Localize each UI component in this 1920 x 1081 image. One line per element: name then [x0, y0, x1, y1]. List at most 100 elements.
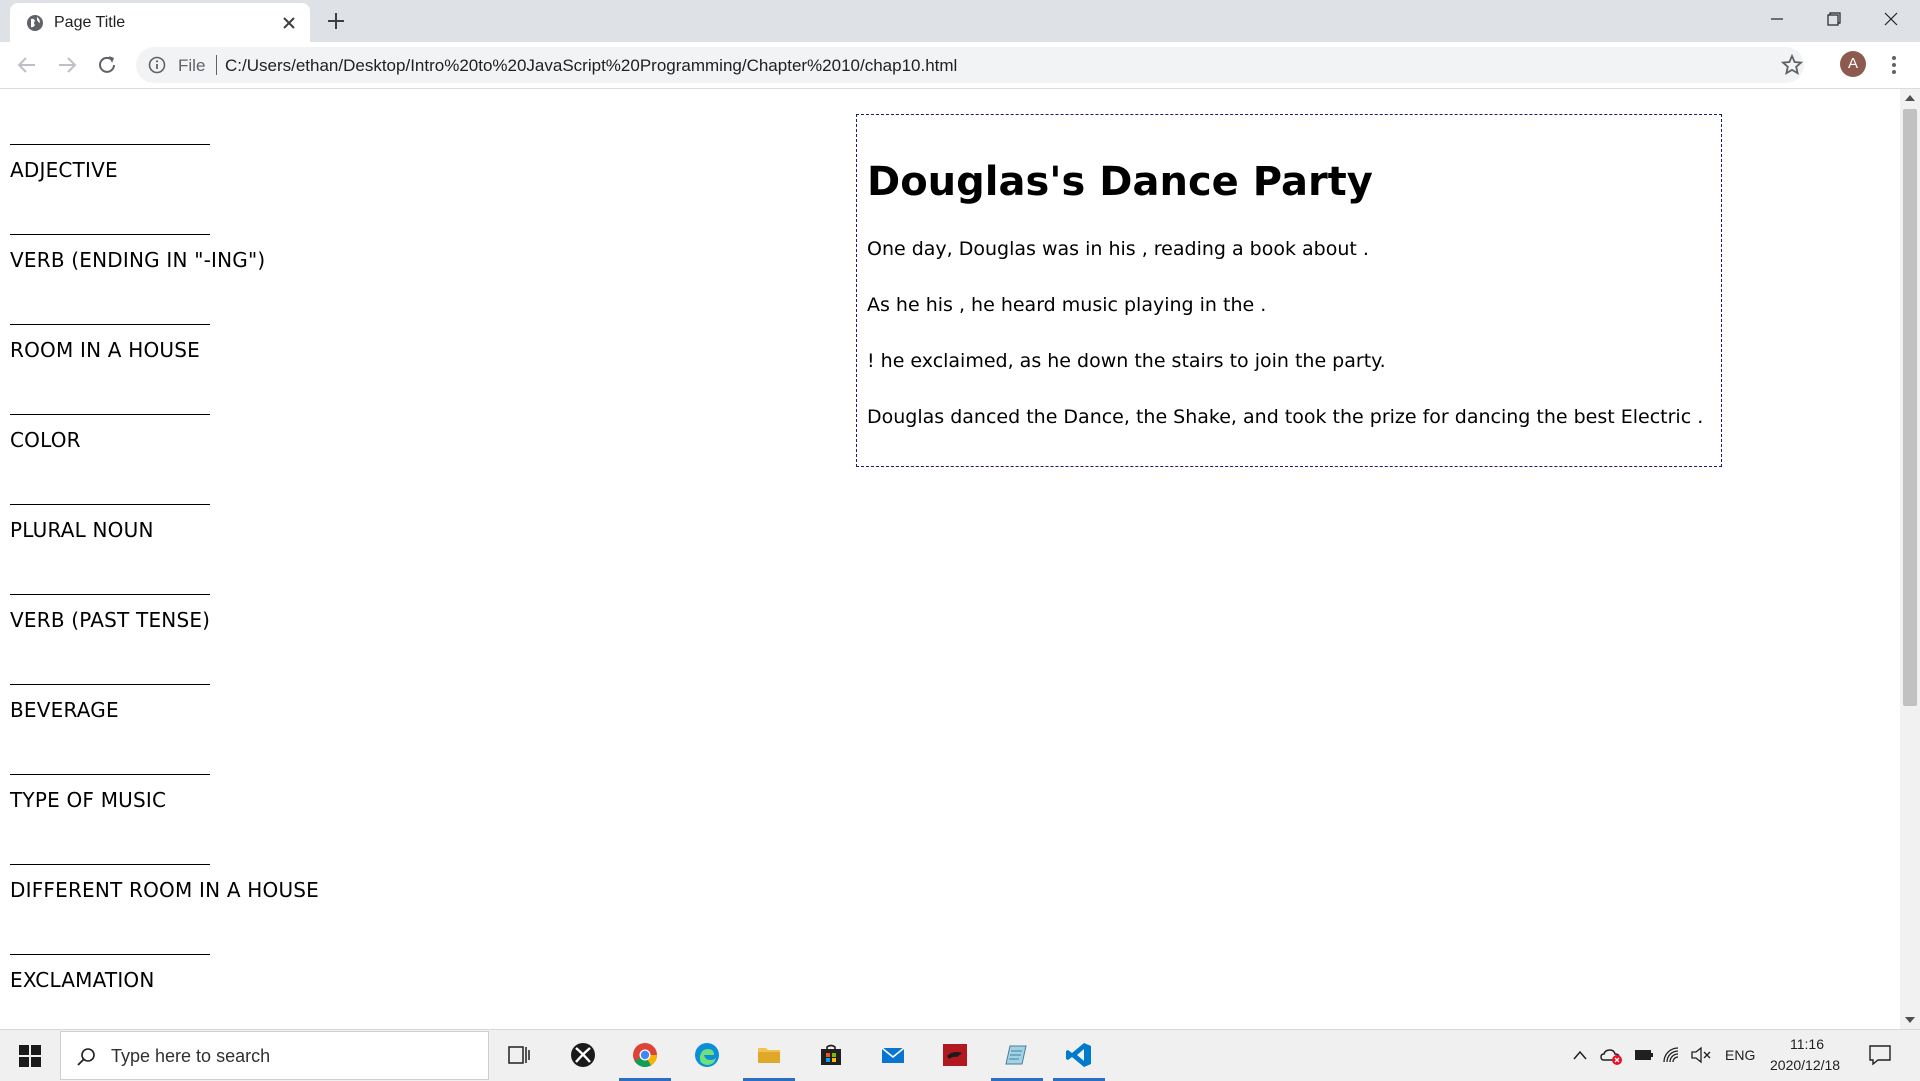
notepad-app[interactable] [987, 1030, 1047, 1081]
input-underline[interactable] [10, 864, 210, 865]
field-room: ROOM IN A HOUSE [10, 324, 410, 414]
story-paragraph: One day, Douglas was in his , reading a … [867, 238, 1369, 260]
search-icon [77, 1048, 95, 1066]
reload-icon[interactable] [94, 52, 120, 78]
scroll-thumb[interactable] [1903, 109, 1917, 706]
story-box: Douglas's Dance Party One day, Douglas w… [856, 114, 1722, 467]
field-exclamation: EXCLAMATION [10, 954, 410, 1029]
task-view-icon [508, 1046, 530, 1064]
field-label: ROOM IN A HOUSE [10, 338, 201, 362]
mail-app[interactable] [863, 1030, 923, 1081]
page-viewport: ADJECTIVE VERB (ENDING IN "-ING") ROOM I… [0, 89, 1900, 1029]
scroll-down-arrow-icon[interactable] [1905, 1017, 1915, 1023]
notepad-icon [1005, 1045, 1027, 1065]
divider [216, 55, 217, 75]
chrome-app[interactable] [615, 1030, 675, 1081]
xbox-icon [571, 1043, 595, 1067]
notifications-icon[interactable] [1868, 1044, 1892, 1066]
browser-toolbar: File C:/Users/ethan/Desktop/Intro%20to%2… [0, 42, 1920, 89]
field-different-room: DIFFERENT ROOM IN A HOUSE [10, 864, 410, 954]
clock-time[interactable]: 11:16 [1790, 1036, 1824, 1052]
input-underline[interactable] [10, 324, 210, 325]
story-paragraph: As he his , he heard music playing in th… [867, 294, 1267, 316]
volume-muted-icon[interactable] [1690, 1046, 1712, 1064]
field-music: TYPE OF MUSIC [10, 774, 410, 864]
globe-icon [27, 15, 43, 31]
minimize-button[interactable] [1748, 0, 1806, 38]
task-view-button[interactable] [490, 1030, 550, 1081]
folder-icon [758, 1048, 780, 1063]
input-underline[interactable] [10, 504, 210, 505]
input-underline[interactable] [10, 144, 210, 145]
store-app[interactable] [801, 1030, 861, 1081]
field-plural-noun: PLURAL NOUN [10, 504, 410, 594]
tab-title: Page Title [54, 14, 126, 31]
onedrive-error-icon[interactable] [1600, 1046, 1624, 1066]
info-icon[interactable] [148, 56, 166, 74]
browser-tab[interactable]: Page Title [10, 3, 310, 42]
windows-logo-icon [19, 1045, 41, 1067]
search-placeholder: Type here to search [111, 1046, 271, 1066]
field-label: TYPE OF MUSIC [10, 788, 167, 812]
bookmark-star-icon[interactable] [1780, 53, 1804, 77]
field-verb-past: VERB (PAST TENSE) [10, 594, 410, 684]
input-underline[interactable] [10, 684, 210, 685]
tab-strip: Page Title [0, 0, 1920, 42]
app-icon [943, 1044, 967, 1066]
vscode-app[interactable] [1049, 1030, 1109, 1081]
field-color: COLOR [10, 414, 410, 504]
input-underline[interactable] [10, 234, 210, 235]
field-verb-ing: VERB (ENDING IN "-ING") [10, 234, 410, 324]
input-underline[interactable] [10, 594, 210, 595]
vertical-scrollbar[interactable] [1900, 89, 1920, 1029]
chrome-icon [633, 1043, 657, 1068]
edge-icon [695, 1043, 719, 1067]
new-tab-icon[interactable] [325, 10, 347, 32]
story-paragraph: ! he exclaimed, as he down the stairs to… [867, 350, 1386, 372]
mail-icon [881, 1047, 905, 1063]
close-icon [1884, 12, 1898, 26]
scheme-label: File [178, 56, 206, 75]
field-label: COLOR [10, 428, 81, 452]
scroll-up-arrow-icon[interactable] [1905, 95, 1915, 101]
file-explorer-app[interactable] [739, 1030, 799, 1081]
forward-arrow-icon[interactable] [54, 52, 80, 78]
profile-avatar[interactable]: A [1840, 51, 1866, 77]
input-underline[interactable] [10, 954, 210, 955]
language-indicator[interactable]: ENG [1725, 1047, 1755, 1063]
clock-date[interactable]: 2020/12/18 [1770, 1057, 1840, 1073]
chevron-up-icon[interactable] [1572, 1048, 1588, 1062]
field-label: BEVERAGE [10, 698, 119, 722]
back-arrow-icon[interactable] [14, 52, 40, 78]
minimize-icon [1771, 18, 1783, 20]
taskbar: Type here to search ENG 11:16 2020/12/18 [0, 1029, 1920, 1081]
field-label: EXCLAMATION [10, 968, 155, 992]
field-label: PLURAL NOUN [10, 518, 154, 542]
red-app[interactable] [925, 1030, 985, 1081]
battery-icon[interactable] [1634, 1048, 1654, 1062]
restore-icon [1827, 12, 1841, 26]
wifi-icon[interactable] [1662, 1046, 1684, 1064]
address-bar[interactable]: File C:/Users/ethan/Desktop/Intro%20to%2… [136, 47, 1804, 83]
edge-app[interactable] [677, 1030, 737, 1081]
url-text[interactable]: C:/Users/ethan/Desktop/Intro%20to%20Java… [225, 56, 957, 76]
start-button[interactable] [0, 1030, 58, 1081]
kebab-menu-icon[interactable] [1884, 53, 1904, 77]
field-label: VERB (PAST TENSE) [10, 608, 211, 632]
vscode-icon [1066, 1043, 1091, 1067]
field-label: VERB (ENDING IN "-ING") [10, 248, 266, 272]
field-adjective: ADJECTIVE [10, 144, 410, 234]
taskbar-search[interactable]: Type here to search [60, 1031, 489, 1080]
story-paragraph: Douglas danced the Dance, the Shake, and… [867, 406, 1704, 428]
restore-button[interactable] [1805, 0, 1863, 38]
story-title: Douglas's Dance Party [867, 159, 1373, 205]
close-window-button[interactable] [1862, 0, 1920, 38]
xbox-app[interactable] [553, 1030, 613, 1081]
input-underline[interactable] [10, 414, 210, 415]
field-label: DIFFERENT ROOM IN A HOUSE [10, 878, 320, 902]
field-beverage: BEVERAGE [10, 684, 410, 774]
field-label: ADJECTIVE [10, 158, 118, 182]
close-tab-icon[interactable] [280, 14, 298, 32]
store-bag-icon [821, 1044, 841, 1065]
input-underline[interactable] [10, 774, 210, 775]
